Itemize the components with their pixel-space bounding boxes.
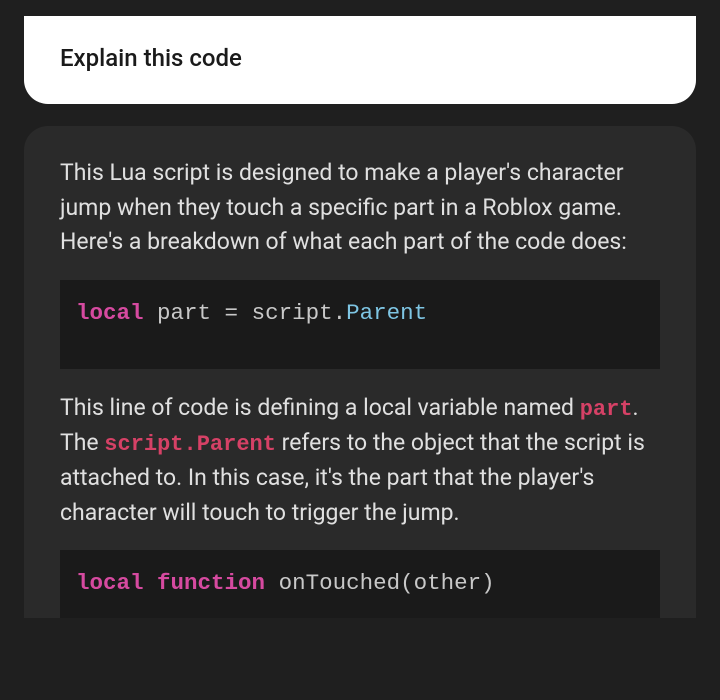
code-token: local (76, 300, 144, 326)
code-token: ( (400, 570, 414, 596)
code-token: . (333, 300, 347, 326)
code-token: local (76, 570, 144, 596)
code-token: other (414, 570, 482, 596)
assistant-paragraph-2: This line of code is defining a local va… (60, 391, 660, 530)
inline-code-part: part (580, 397, 633, 422)
code-token: script (252, 300, 333, 326)
code-token: ) (481, 570, 495, 596)
assistant-intro-text: This Lua script is designed to make a pl… (60, 156, 660, 260)
code-block-1[interactable]: local part = script.Parent (60, 280, 660, 370)
user-message-text: Explain this code (60, 44, 660, 72)
code-token: Parent (346, 300, 427, 326)
assistant-message-bubble: This Lua script is designed to make a pl… (24, 126, 696, 618)
code-token: part (157, 300, 211, 326)
user-message-bubble: Explain this code (24, 16, 696, 104)
code-token: onTouched (279, 570, 401, 596)
code-token: = (211, 300, 252, 326)
code-token (144, 300, 158, 326)
code-block-2[interactable]: local function onTouched(other) (60, 550, 660, 618)
inline-code-script-parent: script.Parent (104, 432, 276, 457)
code-token: function (157, 570, 265, 596)
code-token (265, 570, 279, 596)
code-token (144, 570, 158, 596)
text-segment: This line of code is defining a local va… (60, 394, 580, 421)
